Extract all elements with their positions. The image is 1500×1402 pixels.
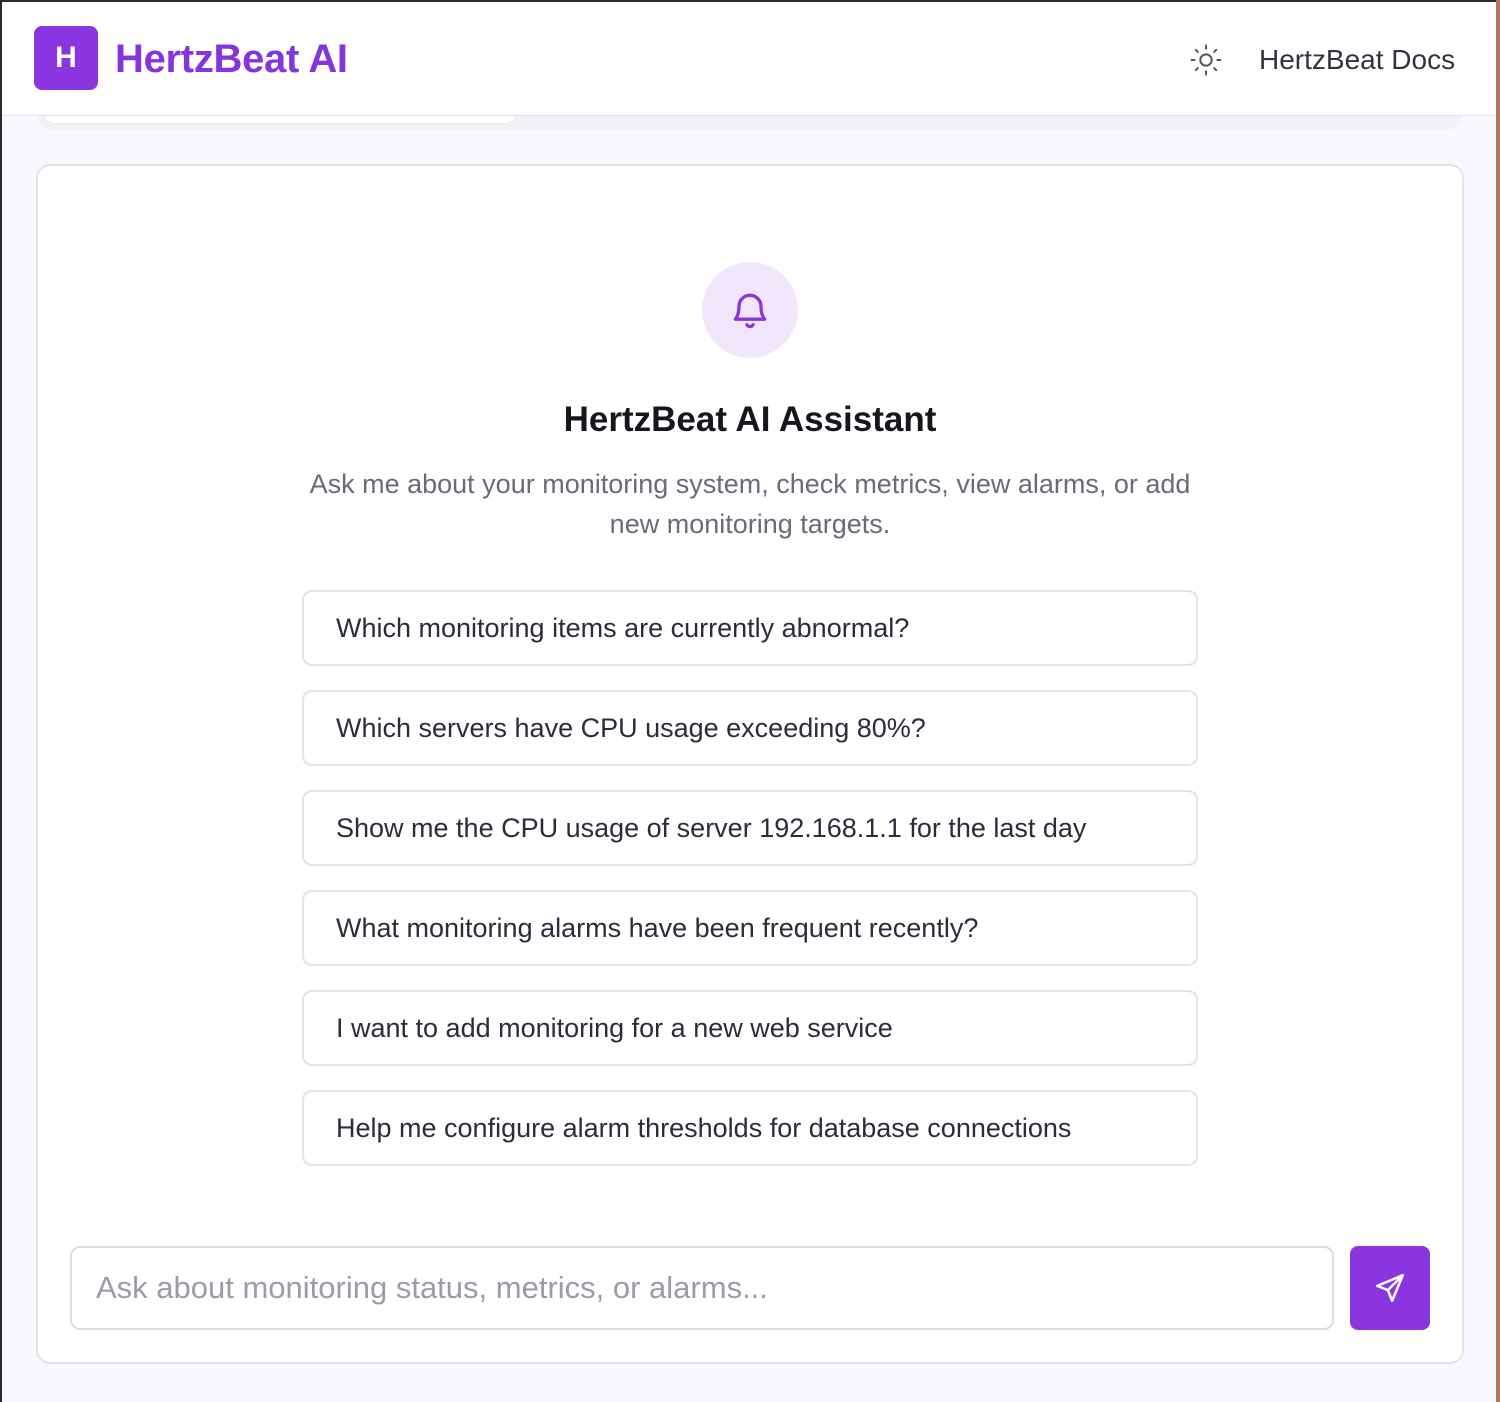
suggestion-button[interactable]: Help me configure alarm thresholds for d… [302,1090,1198,1166]
sun-icon [1190,44,1222,76]
suggestion-button[interactable]: What monitoring alarms have been frequen… [302,890,1198,966]
suggestion-button[interactable]: Which monitoring items are currently abn… [302,590,1198,666]
suggestion-button[interactable]: I want to add monitoring for a new web s… [302,990,1198,1066]
brand-title[interactable]: HertzBeat AI [115,37,348,82]
welcome-title: HertzBeat AI Assistant [563,400,937,439]
suggestion-button[interactable]: Show me the CPU usage of server 192.168.… [302,790,1198,866]
welcome-subtitle: Ask me about your monitoring system, che… [309,469,1191,539]
send-button[interactable] [1350,1246,1430,1330]
window-edge [1496,0,1500,1402]
theme-toggle-button[interactable] [1186,40,1226,80]
app-window: H HertzBeat AI HertzBeat Docs HertzBeat … [0,0,1496,1402]
suggestion-list: Which monitoring items are currently abn… [302,590,1198,1190]
assistant-avatar [702,262,798,358]
logo-icon[interactable]: H [34,26,98,90]
bell-icon [733,293,767,329]
docs-link[interactable]: HertzBeat Docs [1259,44,1455,76]
suggestion-button[interactable]: Which servers have CPU usage exceeding 8… [302,690,1198,766]
top-header: H HertzBeat AI HertzBeat Docs [2,2,1496,116]
chat-panel: HertzBeat AI Assistant Ask me about your… [36,164,1464,1364]
chat-input[interactable] [70,1246,1334,1330]
send-icon [1375,1273,1405,1303]
chat-input-row [70,1246,1430,1330]
